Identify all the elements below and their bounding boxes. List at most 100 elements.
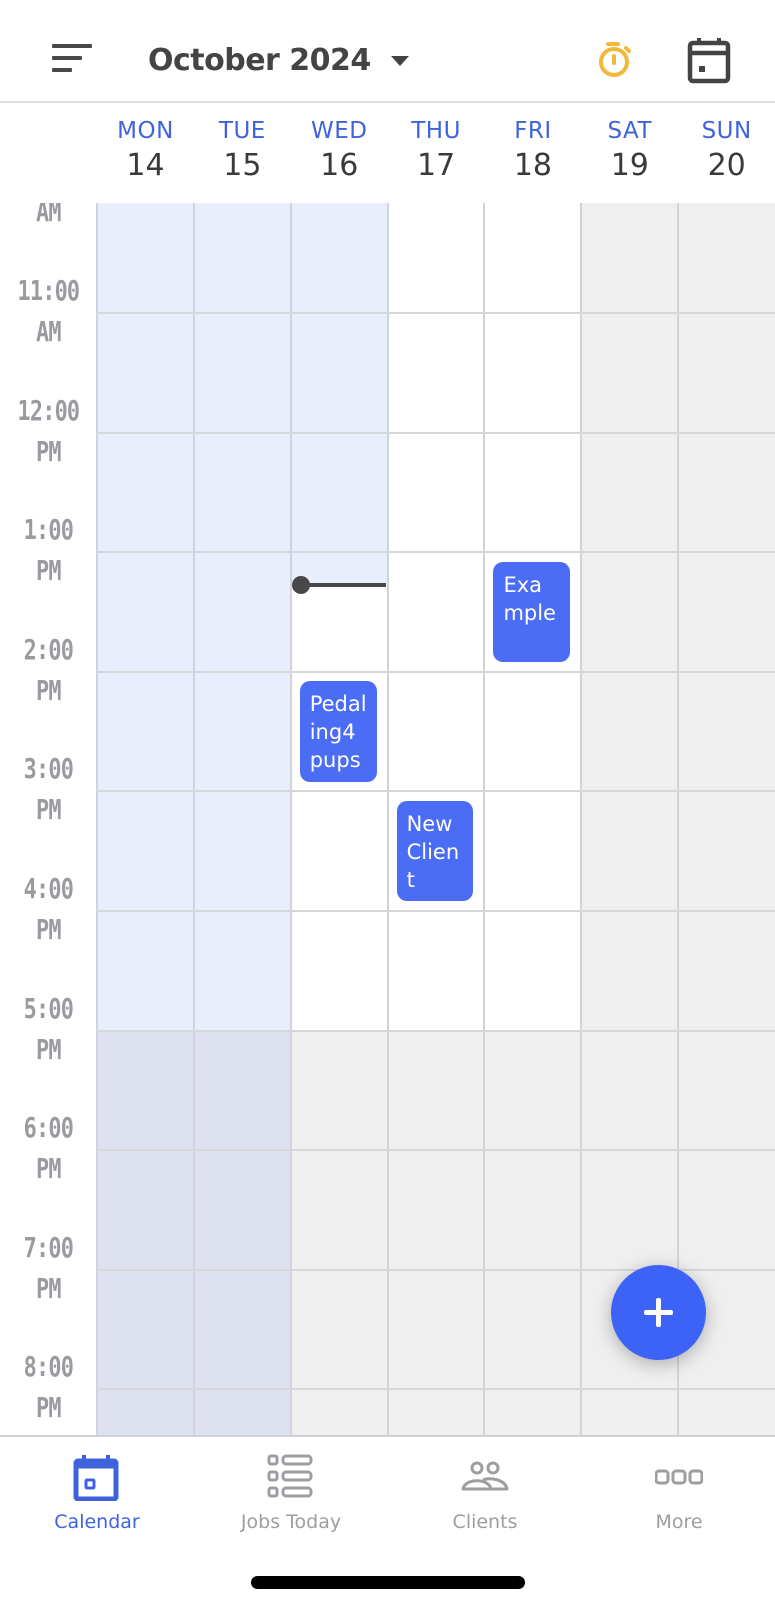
day-header-mon[interactable]: MON 14 bbox=[97, 103, 194, 183]
after-hours-shade bbox=[290, 1030, 389, 1435]
month-selector[interactable]: October 2024 bbox=[148, 38, 409, 82]
tab-more-label: More bbox=[655, 1511, 703, 1533]
time-label-hour: 2:00 bbox=[23, 632, 74, 666]
calendar-icon bbox=[73, 1455, 119, 1501]
day-header-sat[interactable]: SAT 19 bbox=[581, 103, 678, 183]
time-label-period: PM bbox=[36, 554, 62, 588]
past-shade bbox=[193, 203, 292, 1031]
day-date: 15 bbox=[223, 148, 262, 183]
day-name: SAT bbox=[607, 118, 653, 144]
event-block[interactable]: New Client bbox=[396, 801, 474, 902]
day-date: 19 bbox=[610, 148, 649, 183]
tab-more[interactable]: More bbox=[582, 1437, 775, 1547]
day-name: MON bbox=[117, 118, 174, 144]
column-divider bbox=[96, 203, 98, 1435]
caret-down-icon bbox=[390, 56, 409, 66]
day-date: 18 bbox=[513, 148, 553, 183]
weekend-shade bbox=[581, 203, 680, 1435]
time-label-period: PM bbox=[36, 434, 62, 468]
event-block[interactable]: Example bbox=[493, 561, 571, 663]
column-divider bbox=[677, 203, 680, 1435]
day-name: THU bbox=[411, 118, 461, 144]
hour-line bbox=[97, 910, 775, 913]
column-divider bbox=[580, 203, 583, 1435]
hour-line bbox=[97, 551, 775, 554]
stopwatch-icon bbox=[599, 42, 631, 77]
home-indicator bbox=[251, 1576, 525, 1589]
tab-calendar[interactable]: Calendar bbox=[0, 1437, 194, 1547]
day-name: TUE bbox=[218, 118, 266, 144]
day-header-fri[interactable]: FRI 18 bbox=[484, 103, 581, 183]
day-header-tue[interactable]: TUE 15 bbox=[194, 103, 291, 183]
day-name: SUN bbox=[701, 118, 752, 144]
column-divider bbox=[192, 203, 195, 1435]
people-icon bbox=[461, 1461, 509, 1491]
more-dots-icon bbox=[655, 1469, 703, 1485]
day-name: FRI bbox=[514, 118, 552, 144]
calendar-today-icon bbox=[687, 38, 731, 84]
time-label-period: PM bbox=[36, 1152, 62, 1186]
tab-jobs-today[interactable]: Jobs Today bbox=[194, 1437, 388, 1547]
sort-lines-icon bbox=[52, 44, 92, 48]
hour-line bbox=[97, 1029, 775, 1032]
day-date: 14 bbox=[126, 148, 165, 183]
hour-line bbox=[97, 1388, 775, 1391]
menu-button[interactable] bbox=[50, 44, 94, 74]
current-time-line bbox=[298, 582, 386, 587]
week-grid[interactable]: AM 11:00 AM 12:00 PM 1:00 PM 2:00 PM 3:00 PM 4:00 PM… bbox=[0, 203, 775, 1435]
event-block[interactable]: Pedaling4pups bbox=[299, 681, 377, 782]
time-label-period: AM bbox=[36, 203, 62, 229]
time-label-period: PM bbox=[36, 1271, 62, 1305]
past-shade bbox=[290, 203, 389, 585]
time-label-period: PM bbox=[36, 913, 62, 947]
column-divider bbox=[483, 203, 486, 1435]
hour-line bbox=[97, 312, 775, 315]
time-label-period: PM bbox=[36, 793, 62, 827]
day-date: 20 bbox=[707, 148, 746, 183]
tab-clients-label: Clients bbox=[452, 1511, 518, 1533]
past-after-hours-shade bbox=[193, 1030, 292, 1435]
time-label-hour: 3:00 bbox=[23, 752, 74, 786]
tab-calendar-label: Calendar bbox=[54, 1511, 140, 1533]
day-header-sun[interactable]: SUN 20 bbox=[678, 103, 775, 183]
day-header-wed[interactable]: WED 16 bbox=[291, 103, 388, 183]
time-label-hour: 12:00 bbox=[17, 393, 80, 427]
column-divider bbox=[386, 203, 389, 1435]
tab-clients[interactable]: Clients bbox=[388, 1437, 582, 1547]
weekend-shade bbox=[678, 203, 775, 1435]
past-after-hours-shade bbox=[97, 1030, 195, 1435]
hour-line bbox=[97, 790, 775, 793]
day-name: WED bbox=[310, 118, 368, 144]
hour-line bbox=[97, 1149, 775, 1152]
hour-line bbox=[97, 670, 775, 673]
day-date: 17 bbox=[416, 148, 456, 183]
column-divider bbox=[289, 203, 292, 1435]
after-hours-shade bbox=[484, 1030, 583, 1435]
after-hours-shade bbox=[387, 1030, 486, 1435]
sort-lines-icon-bottom bbox=[52, 68, 72, 72]
timer-button[interactable] bbox=[593, 38, 637, 82]
list-icon bbox=[267, 1454, 313, 1498]
add-event-button[interactable] bbox=[611, 1265, 706, 1360]
time-label-period: PM bbox=[36, 673, 62, 707]
month-title: October 2024 bbox=[148, 42, 371, 78]
time-label-hour: 8:00 bbox=[23, 1350, 74, 1384]
time-label-hour: 11:00 bbox=[17, 274, 80, 308]
time-label-period: AM bbox=[36, 315, 62, 349]
time-label-hour: 1:00 bbox=[23, 513, 74, 547]
top-app-bar: October 2024 bbox=[0, 0, 775, 103]
time-label-hour: 6:00 bbox=[23, 1111, 74, 1145]
current-time-dot bbox=[291, 575, 310, 594]
time-label-period: PM bbox=[36, 1032, 62, 1066]
past-shade bbox=[97, 203, 195, 1031]
day-date: 16 bbox=[320, 148, 359, 183]
day-header-thu[interactable]: THU 17 bbox=[388, 103, 485, 183]
week-day-header: MON 14 TUE 15 WED 16 THU 17 FRI 18 SAT 19 SUN 20 bbox=[0, 103, 775, 203]
time-label-hour: 7:00 bbox=[23, 1230, 74, 1264]
sort-lines-icon-mid bbox=[52, 56, 82, 60]
hour-line bbox=[97, 431, 775, 434]
today-button[interactable] bbox=[686, 36, 732, 84]
time-label-period: PM bbox=[36, 1391, 62, 1425]
time-label-hour: 5:00 bbox=[23, 991, 74, 1025]
tab-jobs-today-label: Jobs Today bbox=[240, 1511, 342, 1533]
